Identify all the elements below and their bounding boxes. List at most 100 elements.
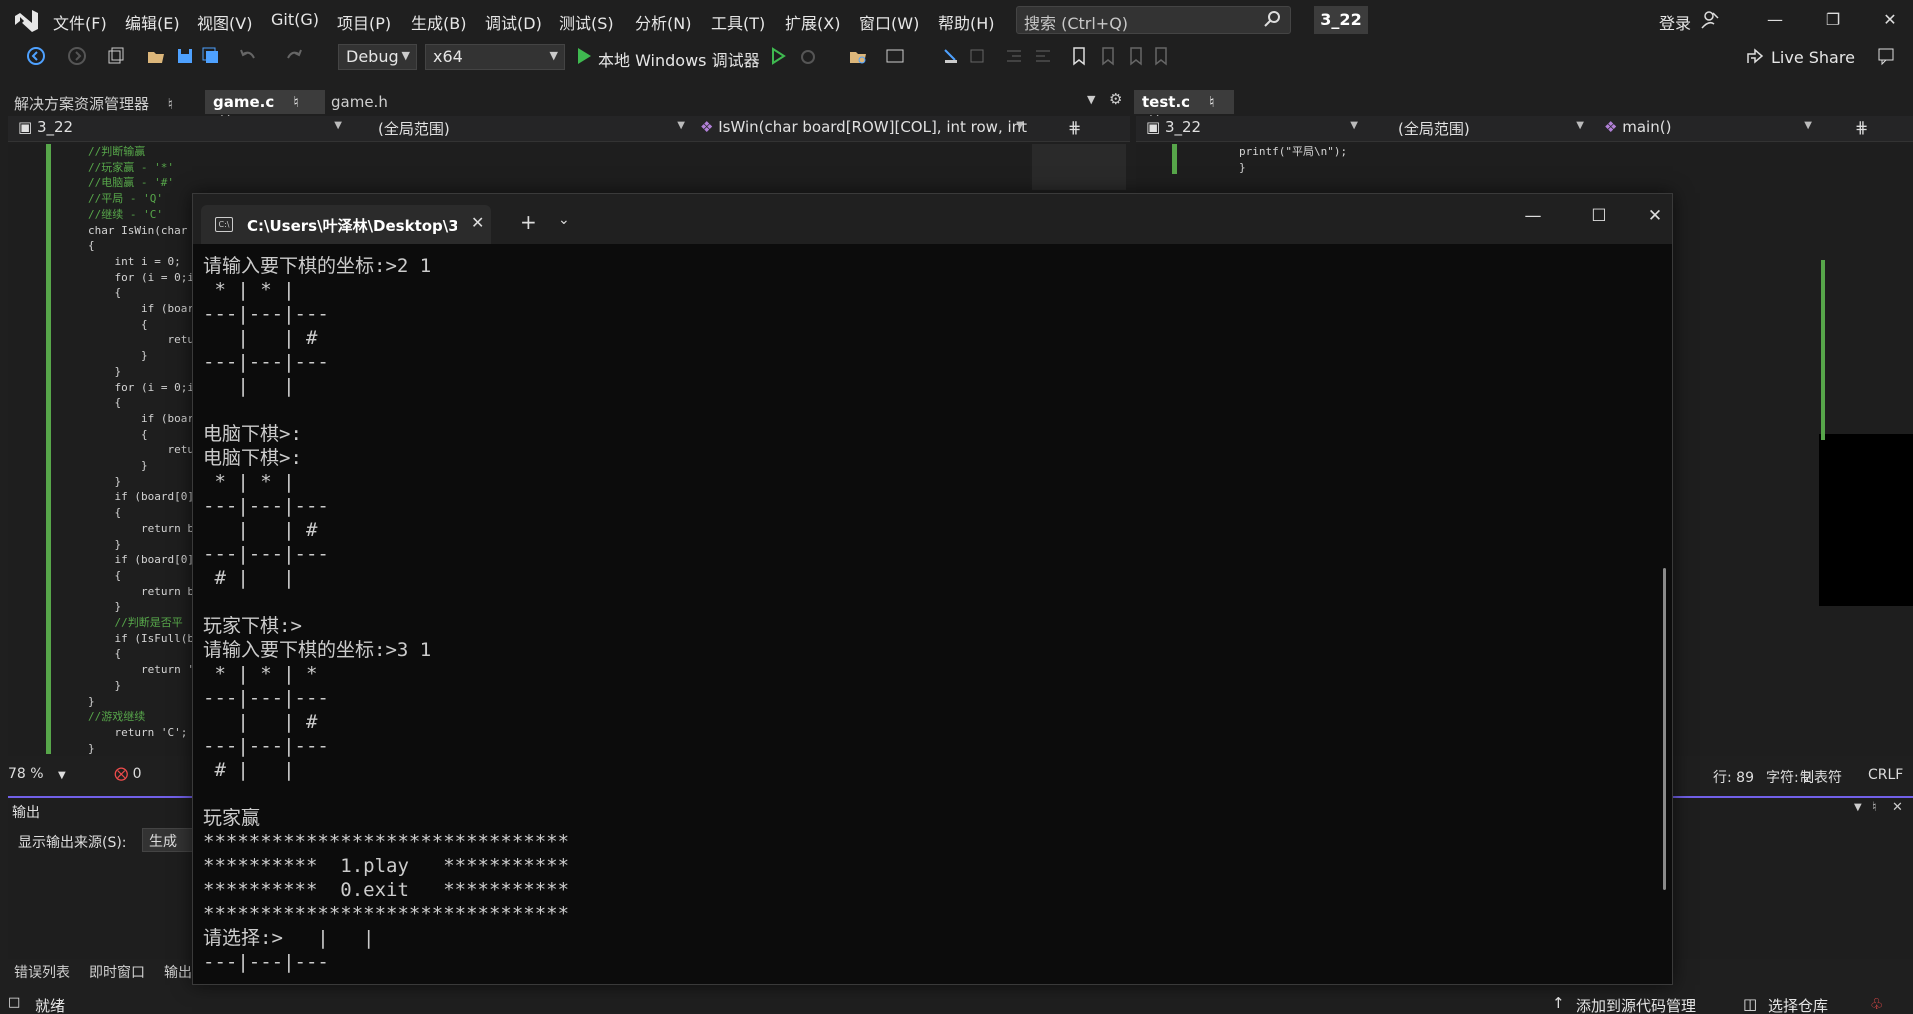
start-debugging-icon[interactable]	[574, 46, 594, 66]
chevron-down-icon[interactable]: ▼	[58, 770, 66, 781]
new-project-icon[interactable]	[106, 46, 126, 66]
terminal-scrollbar[interactable]	[1663, 568, 1666, 890]
pin-icon[interactable]: ♮	[294, 93, 299, 111]
scope-combo-right[interactable]: (全局范围) ▼	[1382, 118, 1588, 140]
cube-icon: ❖	[1604, 118, 1618, 136]
project-combo-right[interactable]: ▣ 3_22 ▼	[1140, 118, 1362, 140]
eol-indicator[interactable]: CRLF	[1868, 767, 1903, 783]
repo-icon[interactable]: ◫	[1743, 995, 1757, 1013]
code-line: }	[1239, 160, 1246, 174]
login-link[interactable]: 登录	[1659, 10, 1691, 34]
zoom-level[interactable]: 78 %	[8, 766, 44, 782]
back-icon[interactable]	[26, 46, 46, 66]
tab-error-list[interactable]: 错误列表	[14, 962, 70, 982]
menu-item[interactable]: 项目(P)	[337, 10, 391, 34]
menu-item[interactable]: 编辑(E)	[125, 10, 180, 34]
tab-solution-explorer[interactable]: 解决方案资源管理器 ♮	[6, 90, 181, 114]
minimap-viewport[interactable]	[1819, 434, 1913, 606]
visual-studio-logo-icon[interactable]	[12, 8, 40, 34]
menu-item[interactable]: 窗口(W)	[859, 10, 919, 34]
console-icon: C:\	[215, 217, 233, 232]
pin-icon[interactable]: ♮	[1209, 93, 1214, 111]
add-source-control-button[interactable]: 添加到源代码管理	[1576, 995, 1696, 1014]
split-icon[interactable]: ⋕	[1068, 118, 1081, 137]
tab-immediate-window[interactable]: 即时窗口	[89, 962, 145, 982]
line-indicator[interactable]: 行: 89	[1713, 767, 1754, 787]
menu-item[interactable]: 视图(V)	[197, 10, 252, 34]
menu-item[interactable]: 测试(S)	[559, 10, 614, 34]
select-repo-button[interactable]: 选择仓库	[1768, 995, 1828, 1014]
close-icon[interactable]: ✕	[1892, 800, 1903, 815]
minimize-icon[interactable]: —	[1521, 206, 1545, 230]
start-without-debugging-icon[interactable]	[768, 46, 788, 66]
maximize-icon[interactable]: ☐	[1587, 206, 1611, 230]
tab-game-h[interactable]: game.h	[323, 90, 396, 114]
comment-icon[interactable]	[967, 46, 987, 66]
tab-list-dropdown-icon[interactable]: ▼	[1087, 93, 1095, 106]
forward-icon[interactable]	[67, 46, 87, 66]
clear-bookmarks-icon[interactable]	[1151, 46, 1171, 66]
platform-dropdown[interactable]: x64 ▼	[425, 44, 565, 70]
member-combo-left[interactable]: ❖ IsWin(char board[ROW][COL], int row, i…	[694, 118, 1028, 140]
indent-icon[interactable]	[1004, 46, 1024, 66]
tab-test-c[interactable]: test.c ♮ ✕	[1134, 90, 1234, 129]
undo-icon[interactable]	[238, 46, 258, 66]
user-settings-icon[interactable]	[1700, 10, 1720, 30]
scope-combo-left[interactable]: (全局范围) ▼	[362, 118, 689, 140]
arrow-up-icon[interactable]: ↑	[1552, 994, 1565, 1012]
search-icon[interactable]	[1262, 9, 1282, 29]
pin-icon[interactable]: ♮	[168, 95, 173, 113]
outdent-icon[interactable]	[1033, 46, 1053, 66]
minimap-left[interactable]	[1032, 144, 1126, 190]
notification-bell-icon[interactable]: ♧	[1870, 995, 1883, 1013]
save-all-icon[interactable]	[201, 46, 221, 66]
redo-icon[interactable]	[284, 46, 304, 66]
error-count[interactable]: 0	[133, 766, 142, 782]
close-tab-icon[interactable]: ✕	[471, 213, 484, 232]
save-icon[interactable]	[175, 46, 195, 66]
step-icon[interactable]	[941, 46, 961, 66]
terminal-output[interactable]: 请输入要下棋的坐标:>2 1 * | * | ---|---|--- | | #…	[203, 254, 1643, 984]
tab-game-c[interactable]: game.c ♮ ✕	[205, 90, 325, 129]
member-combo-right[interactable]: ❖ main() ▼	[1598, 118, 1816, 140]
browse-folder-icon[interactable]	[848, 46, 868, 66]
restore-icon[interactable]: ❐	[1821, 8, 1845, 32]
menu-item[interactable]: Git(G)	[271, 10, 319, 29]
new-tab-icon[interactable]: +	[520, 210, 537, 234]
menu-item[interactable]: 生成(B)	[411, 10, 466, 34]
open-folder-icon[interactable]	[146, 46, 166, 66]
hot-reload-icon[interactable]	[798, 46, 818, 66]
run-debugger-button[interactable]: 本地 Windows 调试器	[598, 47, 760, 71]
layout-icon[interactable]	[885, 46, 905, 66]
configuration-dropdown[interactable]: Debug ▼	[338, 44, 417, 70]
menu-item[interactable]: 分析(N)	[635, 10, 691, 34]
menu-item[interactable]: 文件(F)	[53, 10, 107, 34]
close-icon[interactable]: ✕	[1878, 8, 1902, 32]
gear-icon[interactable]: ⚙	[1109, 90, 1122, 108]
prev-bookmark-icon[interactable]	[1098, 46, 1118, 66]
terminal-tab[interactable]: C:\ C:\Users\叶泽林\Desktop\3_22 ✕	[201, 205, 491, 244]
menu-item[interactable]: 扩展(X)	[785, 10, 840, 34]
bookmark-icon[interactable]	[1069, 46, 1089, 66]
tab-output[interactable]: 输出	[164, 962, 192, 982]
feedback-icon[interactable]	[1876, 46, 1896, 66]
tab-mode-indicator[interactable]: 制表符	[1800, 767, 1842, 787]
live-share-icon[interactable]	[1745, 46, 1765, 66]
minimap-right[interactable]	[1819, 144, 1913, 756]
minimize-icon[interactable]: —	[1763, 8, 1787, 32]
menu-item[interactable]: 工具(T)	[711, 10, 765, 34]
split-icon[interactable]: ⋕	[1855, 118, 1868, 137]
search-input[interactable]: 搜索 (Ctrl+Q)	[1016, 6, 1291, 34]
close-icon[interactable]: ✕	[1643, 206, 1667, 230]
chevron-down-icon[interactable]: ⌄	[558, 212, 570, 228]
menu-item[interactable]: 调试(D)	[485, 10, 542, 34]
next-bookmark-icon[interactable]	[1126, 46, 1146, 66]
panel-dropdown-icon[interactable]: ▼	[1854, 802, 1862, 813]
live-share-button[interactable]: Live Share	[1771, 48, 1855, 67]
menu-item[interactable]: 帮助(H)	[938, 10, 995, 34]
project-combo-left[interactable]: ▣ 3_22 ▼	[12, 118, 346, 140]
pin-icon[interactable]: ♮	[1872, 800, 1877, 815]
error-icon[interactable]: ⨂	[114, 766, 128, 782]
terminal-line: ********** 1.play ***********	[203, 855, 570, 877]
terminal-window[interactable]: C:\ C:\Users\叶泽林\Desktop\3_22 ✕ + ⌄ — ☐ …	[192, 193, 1673, 985]
